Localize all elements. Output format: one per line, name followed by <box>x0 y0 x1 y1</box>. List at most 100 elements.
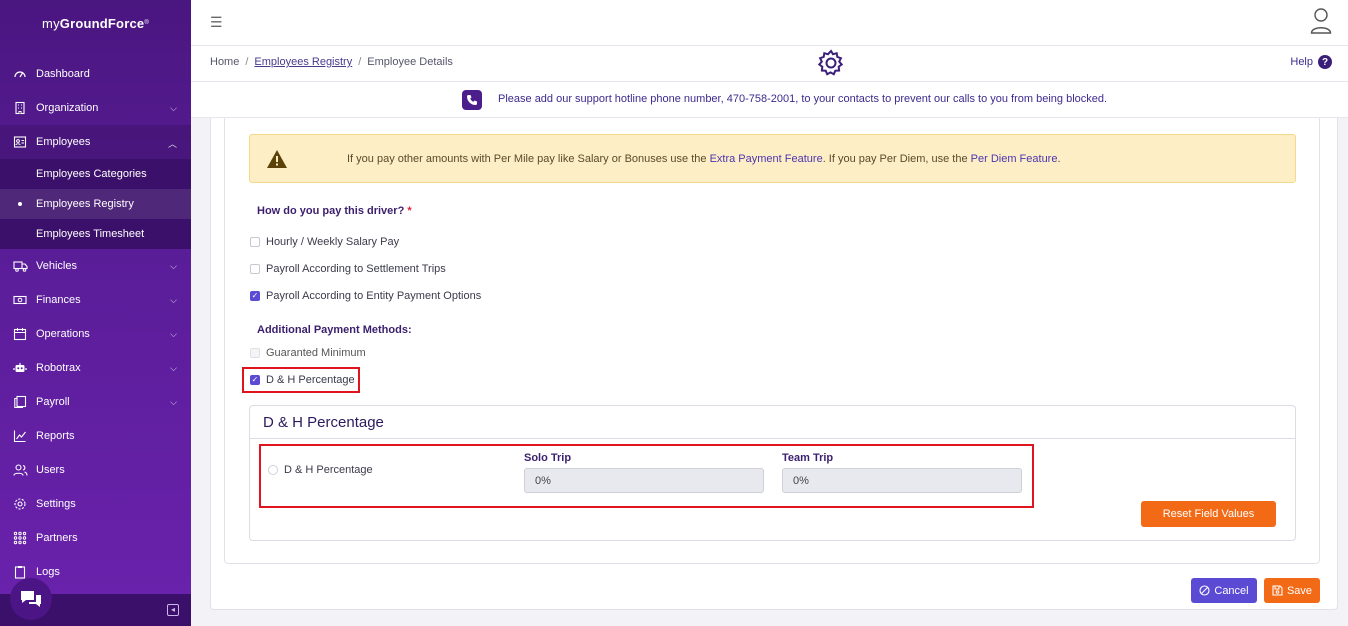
highlight-box <box>242 367 360 393</box>
checkbox[interactable] <box>250 237 260 247</box>
breadcrumb-separator: / <box>245 56 249 68</box>
breadcrumb-current: Employee Details <box>367 56 453 68</box>
sidebar-item-payroll[interactable]: Payroll ⌵ <box>0 385 191 419</box>
pay-driver-question-text: How do you pay this driver? <box>257 205 405 217</box>
chevron-up-icon: ︿ <box>167 139 177 149</box>
collapse-sidebar-icon[interactable]: ◂ <box>167 604 179 616</box>
sidebar-item-label: Operations <box>36 328 90 340</box>
truck-icon <box>12 258 28 274</box>
alert-text-part: If you pay other amounts with Per Mile p… <box>347 153 710 165</box>
sidebar-item-finances[interactable]: Finances ⌵ <box>0 283 191 317</box>
building-icon <box>12 100 28 116</box>
required-marker: * <box>407 205 412 217</box>
sidebar-item-label: Payroll <box>36 396 70 408</box>
sidebar-item-partners[interactable]: Partners <box>0 521 191 555</box>
sidebar-item-label: Organization <box>36 102 99 114</box>
option-label: Payroll According to Settlement Trips <box>266 263 446 275</box>
pay-driver-question: How do you pay this driver? * <box>257 205 412 217</box>
option-entity-payment[interactable]: ✓ Payroll According to Entity Payment Op… <box>250 290 481 302</box>
chevron-down-icon: ⌵ <box>170 329 177 339</box>
extra-payment-feature-link[interactable]: Extra Payment Feature <box>710 153 823 165</box>
cancel-icon <box>1199 585 1210 596</box>
sidebar-subitem-employees-registry[interactable]: Employees Registry <box>0 189 191 219</box>
payment-section: If you pay other amounts with Per Mile p… <box>224 118 1320 564</box>
warning-icon <box>266 149 288 172</box>
chevron-down-icon: ⌵ <box>170 363 177 373</box>
breadcrumb-home[interactable]: Home <box>210 56 239 68</box>
sidebar-item-settings[interactable]: Settings <box>0 487 191 521</box>
sidebar-item-employees[interactable]: Employees ︿ <box>0 125 191 159</box>
top-bar: ☰ <box>191 0 1348 46</box>
breadcrumb-bar: Home / Employees Registry / Employee Details… <box>191 46 1348 82</box>
help-link[interactable]: Help ? <box>1290 55 1332 69</box>
calendar-icon <box>12 326 28 342</box>
chevron-down-icon: ⌵ <box>170 261 177 271</box>
sidebar-item-label: Employees <box>36 136 91 148</box>
employees-submenu: Employees Categories Employees Registry … <box>0 159 191 249</box>
info-alert: If you pay other amounts with Per Mile p… <box>249 134 1296 183</box>
sidebar-subitem-employees-categories[interactable]: Employees Categories <box>0 159 191 189</box>
chat-icon[interactable] <box>10 578 52 620</box>
hotline-notice: Please add our support hotline phone num… <box>191 82 1348 118</box>
option-guaranted-minimum[interactable]: Guaranted Minimum <box>250 347 366 359</box>
info-alert-text: If you pay other amounts with Per Mile p… <box>347 153 1061 165</box>
user-avatar-icon[interactable] <box>1310 7 1332 38</box>
cancel-button[interactable]: Cancel <box>1191 578 1257 603</box>
sidebar-item-reports[interactable]: Reports <box>0 419 191 453</box>
option-label: Payroll According to Entity Payment Opti… <box>266 290 482 302</box>
id-card-icon <box>12 134 28 150</box>
option-hourly-weekly[interactable]: Hourly / Weekly Salary Pay <box>250 236 399 248</box>
checkbox[interactable] <box>250 264 260 274</box>
chevron-down-icon: ⌵ <box>170 397 177 407</box>
robot-icon <box>12 360 28 376</box>
option-settlement-trips[interactable]: Payroll According to Settlement Trips <box>250 263 446 275</box>
cancel-label: Cancel <box>1214 584 1249 597</box>
alert-text-part: . <box>1057 153 1061 165</box>
hamburger-menu-icon[interactable]: ☰ <box>210 14 223 31</box>
breadcrumb: Home / Employees Registry / Employee Details <box>210 56 453 68</box>
chart-icon <box>12 428 28 444</box>
sidebar-item-users[interactable]: Users <box>0 453 191 487</box>
reset-field-values-button[interactable]: Reset Field Values <box>1141 501 1276 527</box>
phone-icon <box>462 90 482 110</box>
sidebar-item-label: Users <box>36 464 65 476</box>
sidebar-subitem-employees-timesheet[interactable]: Employees Timesheet <box>0 219 191 249</box>
chevron-down-icon: ⌵ <box>170 103 177 113</box>
grid-icon <box>12 530 28 546</box>
sidebar-item-label: Settings <box>36 498 76 510</box>
highlight-box <box>259 444 1034 508</box>
copy-icon <box>12 394 28 410</box>
app-logo[interactable]: my GroundForce ® <box>0 0 191 46</box>
sidebar-nav: Dashboard Organization ⌵ Employees ︿ Emp… <box>0 57 191 589</box>
hotline-notice-text: Please add our support hotline phone num… <box>498 93 1108 105</box>
sidebar-item-label: Logs <box>36 566 60 578</box>
settings-gear-icon[interactable] <box>816 48 846 81</box>
checkbox-checked[interactable]: ✓ <box>250 291 260 301</box>
employee-details-card: If you pay other amounts with Per Mile p… <box>210 118 1338 610</box>
sidebar-item-dashboard[interactable]: Dashboard <box>0 57 191 91</box>
option-label: Guaranted Minimum <box>266 347 366 359</box>
money-icon <box>12 292 28 308</box>
sidebar-item-label: Reports <box>36 430 75 442</box>
breadcrumb-separator: / <box>358 56 362 68</box>
help-icon: ? <box>1318 55 1332 69</box>
breadcrumb-employees-registry[interactable]: Employees Registry <box>254 56 352 68</box>
save-label: Save <box>1286 584 1313 597</box>
sidebar-item-organization[interactable]: Organization ⌵ <box>0 91 191 125</box>
sidebar-item-robotrax[interactable]: Robotrax ⌵ <box>0 351 191 385</box>
sidebar-item-label: Dashboard <box>36 68 90 80</box>
option-label: Hourly / Weekly Salary Pay <box>266 236 400 248</box>
help-label: Help <box>1290 56 1313 68</box>
sidebar-item-operations[interactable]: Operations ⌵ <box>0 317 191 351</box>
dashboard-icon <box>12 66 28 82</box>
save-button[interactable]: Save <box>1264 578 1320 603</box>
sidebar-item-vehicles[interactable]: Vehicles ⌵ <box>0 249 191 283</box>
save-icon <box>1272 585 1283 596</box>
sidebar: my GroundForce ® Dashboard Organization ⌵ … <box>0 0 191 626</box>
sidebar-item-label: Vehicles <box>36 260 77 272</box>
per-diem-feature-link[interactable]: Per Diem Feature <box>971 153 1058 165</box>
alert-text-part: . If you pay Per Diem, use the <box>822 153 971 165</box>
sidebar-item-label: Finances <box>36 294 81 306</box>
checkbox[interactable] <box>250 348 260 358</box>
sidebar-item-label: Partners <box>36 532 78 544</box>
